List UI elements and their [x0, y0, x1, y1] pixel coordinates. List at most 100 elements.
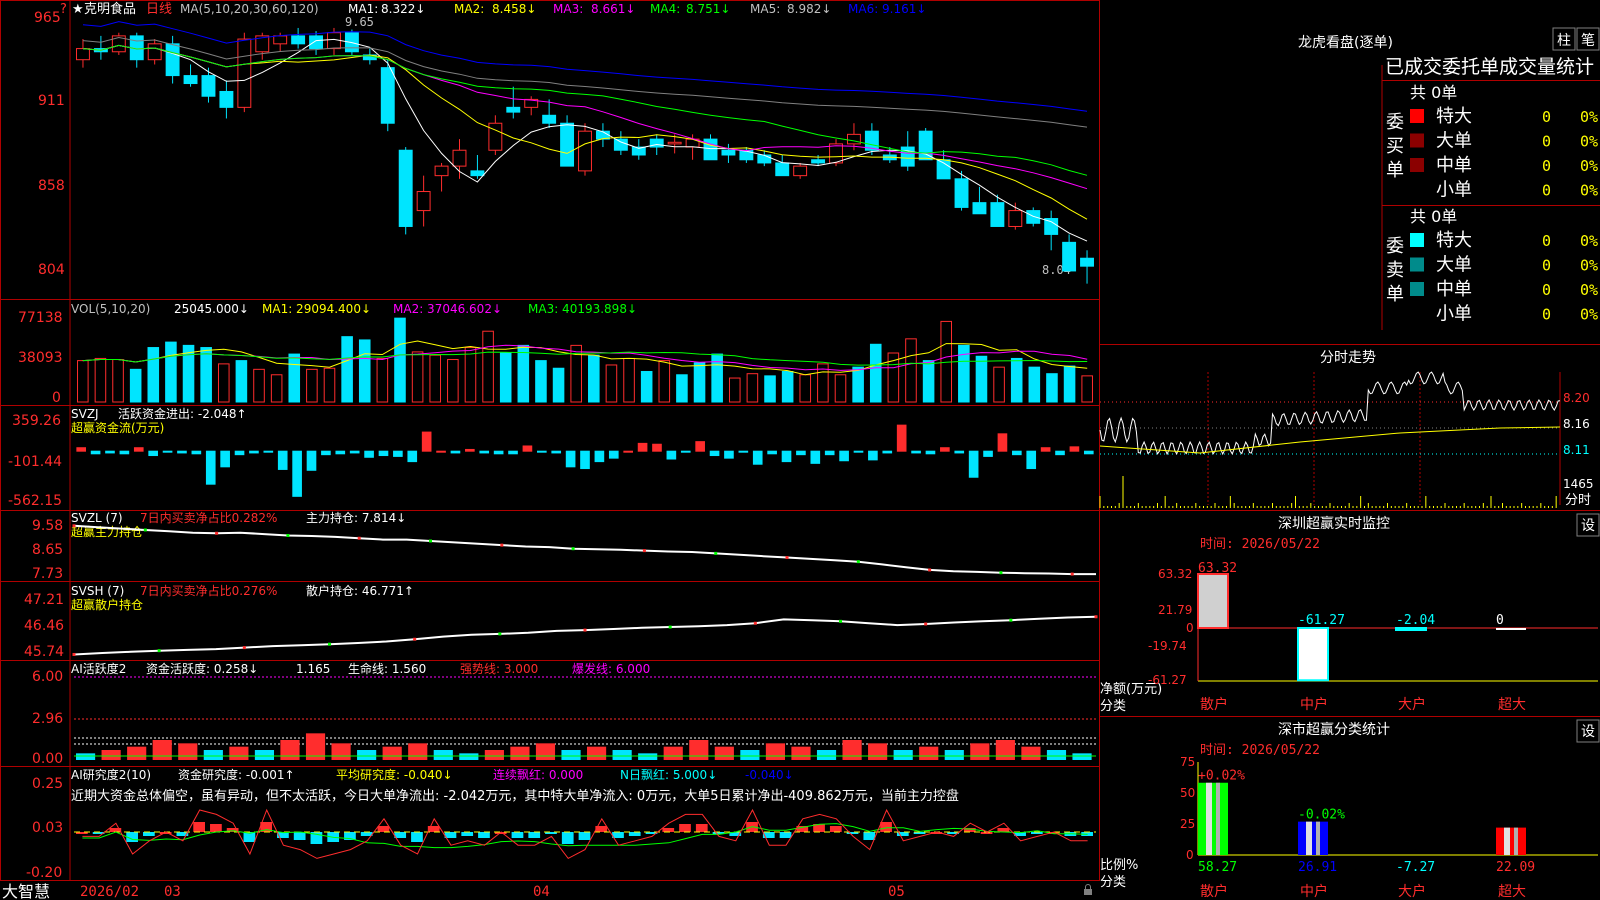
indicator-bar[interactable]	[407, 450, 418, 463]
research-bar[interactable]	[143, 832, 155, 836]
indicator-bar[interactable]	[1069, 446, 1080, 452]
activity-bar[interactable]	[433, 750, 453, 760]
indicator-bar[interactable]	[288, 353, 301, 403]
indicator-bar[interactable]	[882, 450, 893, 454]
indicator-bar[interactable]	[220, 450, 230, 468]
activity-bar[interactable]	[842, 740, 862, 760]
activity-bar[interactable]	[561, 750, 581, 760]
indicator-bar[interactable]	[623, 357, 635, 403]
indicator-bar[interactable]	[868, 450, 878, 461]
szm-stats-chart[interactable]: +0.02% 58.27 散户 -0.02% 26.91 中户 -7.27 大户 22.09 超大	[1197, 762, 1598, 900]
research-bar[interactable]	[679, 824, 691, 832]
indicator-bar[interactable]	[341, 336, 353, 403]
sz-bar[interactable]	[1496, 628, 1526, 630]
indicator-bar[interactable]	[605, 364, 618, 403]
research-bar[interactable]	[662, 828, 675, 832]
activity-bar[interactable]	[791, 746, 811, 760]
candle-body[interactable]	[918, 130, 933, 161]
candle-body[interactable]	[1008, 210, 1023, 227]
indicator-bar[interactable]	[321, 450, 331, 456]
activity-bar[interactable]	[765, 743, 786, 760]
activity-bar[interactable]	[382, 746, 402, 760]
candle-body[interactable]	[1026, 210, 1041, 224]
activity-bar[interactable]	[101, 750, 121, 760]
indicator-bar[interactable]	[1012, 450, 1022, 456]
activity-bar[interactable]	[612, 750, 632, 760]
candle-body[interactable]	[470, 170, 485, 177]
candle-body[interactable]	[757, 154, 772, 164]
indicator-bar[interactable]	[90, 450, 101, 455]
candle-body[interactable]	[954, 178, 969, 208]
activity-bar[interactable]	[1072, 753, 1092, 760]
indicator-bar[interactable]	[746, 373, 759, 403]
candle-body[interactable]	[219, 90, 234, 108]
activity-bar[interactable]	[331, 743, 351, 760]
candle-body[interactable]	[775, 162, 790, 177]
research-bar[interactable]	[695, 824, 708, 832]
candle-body[interactable]	[291, 35, 306, 45]
indicator-bar[interactable]	[358, 339, 371, 403]
indicator-bar[interactable]	[565, 450, 576, 468]
indicator-bar[interactable]	[165, 341, 177, 403]
indicator-bar[interactable]	[1028, 366, 1041, 403]
candle-body[interactable]	[811, 159, 826, 164]
indicator-bar[interactable]	[217, 363, 230, 403]
activity-bar[interactable]	[280, 740, 300, 760]
indicator-bar[interactable]	[552, 367, 565, 403]
candle-body[interactable]	[793, 165, 808, 177]
indicator-bar[interactable]	[767, 450, 777, 455]
activity-bar[interactable]	[868, 743, 888, 760]
indicator-bar[interactable]	[235, 360, 248, 403]
indicator-line[interactable]	[73, 615, 1097, 656]
activity-bar[interactable]	[893, 750, 913, 760]
indicator-bar[interactable]	[376, 357, 389, 403]
indicator-bar[interactable]	[277, 450, 288, 470]
ai-activity-chart[interactable]	[74, 676, 1096, 760]
candle-body[interactable]	[506, 106, 521, 113]
capital-flow-chart[interactable]	[76, 424, 1094, 497]
candle-body[interactable]	[201, 75, 216, 97]
indicator-bar[interactable]	[588, 354, 600, 403]
candle-body[interactable]	[613, 138, 628, 151]
candle-body[interactable]	[900, 146, 915, 167]
activity-bar[interactable]	[510, 746, 530, 760]
activity-bar[interactable]	[944, 750, 964, 760]
indicator-bar[interactable]	[335, 450, 346, 455]
activity-bar[interactable]	[587, 746, 607, 760]
indicator-bar[interactable]	[1040, 447, 1051, 452]
candle-body[interactable]	[578, 130, 592, 172]
indicator-bar[interactable]	[378, 450, 389, 457]
candle-body[interactable]	[398, 149, 413, 227]
help-icon[interactable]: ?	[60, 2, 67, 17]
indicator-bar[interactable]	[1083, 450, 1094, 455]
indicator-bar[interactable]	[658, 360, 671, 403]
indicator-bar[interactable]	[349, 450, 360, 454]
candle-body[interactable]	[380, 67, 395, 124]
indicator-bar[interactable]	[594, 450, 605, 463]
indicator-bar[interactable]	[162, 450, 173, 453]
indicator-bar[interactable]	[323, 367, 336, 403]
indicator-bar[interactable]	[1055, 450, 1065, 456]
indicator-bar[interactable]	[695, 441, 705, 452]
sz-bar[interactable]	[1197, 573, 1229, 629]
candle-body[interactable]	[972, 202, 987, 215]
activity-bar[interactable]	[1046, 750, 1067, 760]
candle-body[interactable]	[542, 114, 557, 124]
candle-body[interactable]	[183, 75, 198, 85]
candle-body[interactable]	[1080, 257, 1094, 267]
indicator-bar[interactable]	[234, 450, 245, 456]
indicator-bar[interactable]	[693, 362, 706, 403]
research-bar[interactable]	[628, 832, 641, 836]
indicator-bar[interactable]	[993, 366, 1005, 403]
indicator-bar[interactable]	[112, 359, 124, 403]
indicator-bar[interactable]	[724, 450, 734, 459]
period-label[interactable]: 日线	[146, 2, 172, 17]
candle-body[interactable]	[273, 35, 288, 45]
indicator-bar[interactable]	[464, 347, 477, 403]
indicator-bar[interactable]	[129, 368, 142, 403]
indicator-bar[interactable]	[666, 450, 677, 460]
sz-settings-button[interactable]: 设	[1576, 513, 1600, 537]
activity-bar[interactable]	[689, 740, 709, 760]
indicator-bar[interactable]	[119, 450, 130, 455]
indicator-bar[interactable]	[393, 450, 403, 457]
